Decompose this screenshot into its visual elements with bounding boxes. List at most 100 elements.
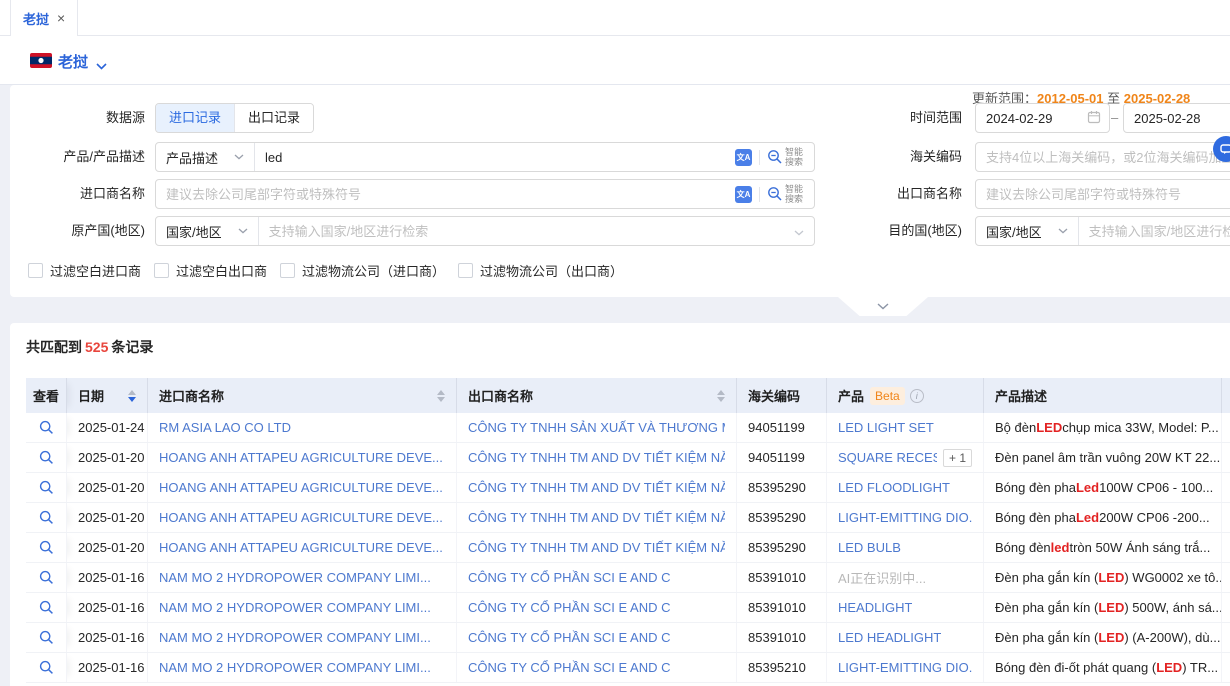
filter-checkbox[interactable]: 过滤空白出口商 bbox=[154, 261, 267, 280]
product-link[interactable]: LED BULB bbox=[838, 540, 901, 555]
product-label: 产品/产品描述 bbox=[15, 142, 145, 172]
exporter-link[interactable]: CÔNG TY CỔ PHẦN SCI E AND C bbox=[468, 660, 671, 675]
importer-link[interactable]: HOANG ANH ATTAPEU AGRICULTURE DEVE... bbox=[159, 510, 443, 525]
smart-search-button[interactable]: 智能搜索 bbox=[767, 184, 805, 204]
exporter-link[interactable]: CÔNG TY CỔ PHẦN SCI E AND C bbox=[468, 630, 671, 645]
dest-country-select[interactable]: 国家/地区 bbox=[976, 217, 1079, 245]
product-link[interactable]: LED FLOODLIGHT bbox=[838, 480, 950, 495]
date-end-field[interactable] bbox=[1124, 104, 1230, 132]
product-link[interactable]: SQUARE RECESS... bbox=[838, 450, 937, 465]
exporter-link[interactable]: CÔNG TY TNHH SẢN XUẤT VÀ THƯƠNG M... bbox=[468, 420, 725, 435]
hs-code-value: 94051199 bbox=[737, 413, 827, 442]
filter-checkbox[interactable]: 过滤空白进口商 bbox=[28, 261, 141, 280]
product-link[interactable]: AI正在识别中... bbox=[838, 568, 926, 587]
smart-search-button[interactable]: 智能搜索 bbox=[767, 147, 805, 167]
exporter-link[interactable]: CÔNG TY CỔ PHẦN SCI E AND C bbox=[468, 570, 671, 585]
translate-icon[interactable]: 文A bbox=[735, 186, 752, 203]
extra-cell bbox=[1222, 653, 1230, 682]
importer-link[interactable]: NAM MO 2 HYDROPOWER COMPANY LIMI... bbox=[159, 600, 431, 615]
exporter-link[interactable]: CÔNG TY CỔ PHẦN SCI E AND C bbox=[468, 600, 671, 615]
exporter-field[interactable] bbox=[976, 180, 1230, 208]
importer-link[interactable]: RM ASIA LAO CO LTD bbox=[159, 420, 291, 435]
info-icon[interactable]: i bbox=[910, 389, 924, 403]
product-link[interactable]: LED HEADLIGHT bbox=[838, 630, 941, 645]
exporter-input[interactable] bbox=[975, 179, 1230, 209]
product-link[interactable]: HEADLIGHT bbox=[838, 600, 912, 615]
toggle-import-records[interactable]: 进口记录 bbox=[156, 104, 234, 132]
exporter-link[interactable]: CÔNG TY TNHH TM AND DV TIẾT KIỆM NĂ... bbox=[468, 450, 725, 465]
checkbox-icon[interactable] bbox=[28, 263, 43, 278]
sort-importer[interactable] bbox=[429, 390, 445, 402]
exporter-link[interactable]: CÔNG TY TNHH TM AND DV TIẾT KIỆM NĂ... bbox=[468, 540, 725, 555]
view-record-button[interactable] bbox=[26, 443, 67, 472]
view-record-button[interactable] bbox=[26, 413, 67, 442]
view-record-button[interactable] bbox=[26, 623, 67, 652]
country-selector[interactable]: 老挝 bbox=[58, 51, 88, 72]
date-range-separator: – bbox=[1111, 103, 1118, 133]
date-end-input[interactable] bbox=[1123, 103, 1230, 133]
checkbox-icon[interactable] bbox=[280, 263, 295, 278]
view-record-button[interactable] bbox=[26, 653, 67, 682]
product-description: Bóng đèn led tròn 50W Ánh sáng trắ... bbox=[984, 533, 1222, 562]
importer-link[interactable]: HOANG ANH ATTAPEU AGRICULTURE DEVE... bbox=[159, 450, 443, 465]
hs-code-value: 85391010 bbox=[737, 593, 827, 622]
importer-link[interactable]: HOANG ANH ATTAPEU AGRICULTURE DEVE... bbox=[159, 540, 443, 555]
filter-checkbox[interactable]: 过滤物流公司（进口商） bbox=[280, 261, 445, 280]
product-link[interactable]: LIGHT-EMITTING DIO... bbox=[838, 660, 972, 675]
view-record-button[interactable] bbox=[26, 473, 67, 502]
sort-date[interactable] bbox=[120, 390, 136, 402]
product-search-group: 产品描述 文A 智能搜索 bbox=[155, 142, 815, 172]
table-row: 2025-01-16 NAM MO 2 HYDROPOWER COMPANY L… bbox=[26, 563, 1230, 593]
tab-laos[interactable]: 老挝 × bbox=[10, 0, 78, 36]
importer-link[interactable]: NAM MO 2 HYDROPOWER COMPANY LIMI... bbox=[159, 570, 431, 585]
extra-cell bbox=[1222, 623, 1230, 652]
importer-input[interactable] bbox=[156, 180, 726, 208]
checkbox-label: 过滤空白出口商 bbox=[176, 261, 267, 280]
exporter-link[interactable]: CÔNG TY TNHH TM AND DV TIẾT KIỆM NĂ... bbox=[468, 510, 725, 525]
collapse-filters-button[interactable] bbox=[838, 297, 928, 316]
toggle-export-records[interactable]: 出口记录 bbox=[234, 104, 313, 132]
product-link[interactable]: LIGHT-EMITTING DIO... bbox=[838, 510, 972, 525]
magnifier-icon bbox=[39, 630, 54, 645]
col-date[interactable]: 日期 bbox=[67, 378, 148, 413]
col-exporter[interactable]: 出口商名称 bbox=[457, 378, 737, 413]
origin-country-input[interactable] bbox=[259, 217, 794, 245]
hs-code-input[interactable] bbox=[975, 142, 1230, 172]
checkbox-icon[interactable] bbox=[458, 263, 473, 278]
filter-checkbox[interactable]: 过滤物流公司（出口商） bbox=[458, 261, 623, 280]
exporter-link[interactable]: CÔNG TY TNHH TM AND DV TIẾT KIỆM NĂ... bbox=[468, 480, 725, 495]
smart-search-label: 智能搜索 bbox=[785, 184, 805, 204]
calendar-icon[interactable] bbox=[1087, 110, 1109, 127]
importer-link[interactable]: NAM MO 2 HYDROPOWER COMPANY LIMI... bbox=[159, 660, 431, 675]
view-record-button[interactable] bbox=[26, 593, 67, 622]
extra-cell bbox=[1222, 563, 1230, 592]
table-row: 2025-01-20 HOANG ANH ATTAPEU AGRICULTURE… bbox=[26, 443, 1230, 473]
product-search-input[interactable] bbox=[255, 143, 726, 171]
hs-code-field[interactable] bbox=[976, 143, 1230, 171]
extra-cell bbox=[1222, 413, 1230, 442]
country-bar: 老挝 bbox=[0, 36, 1230, 85]
exporter-cell: CÔNG TY TNHH TM AND DV TIẾT KIỆM NĂ... bbox=[457, 533, 737, 562]
chevron-down-icon[interactable] bbox=[96, 58, 107, 73]
importer-link[interactable]: HOANG ANH ATTAPEU AGRICULTURE DEVE... bbox=[159, 480, 443, 495]
product-link[interactable]: LED LIGHT SET bbox=[838, 420, 934, 435]
view-record-button[interactable] bbox=[26, 533, 67, 562]
chevron-down-icon[interactable] bbox=[794, 224, 814, 239]
product-type-select[interactable]: 产品描述 bbox=[156, 143, 255, 171]
col-importer[interactable]: 进口商名称 bbox=[148, 378, 457, 413]
dest-country-input[interactable] bbox=[1079, 217, 1230, 245]
checkbox-icon[interactable] bbox=[154, 263, 169, 278]
date-start-input[interactable] bbox=[975, 103, 1110, 133]
view-record-button[interactable] bbox=[26, 563, 67, 592]
importer-link[interactable]: NAM MO 2 HYDROPOWER COMPANY LIMI... bbox=[159, 630, 431, 645]
product-cell: LIGHT-EMITTING DIO... bbox=[827, 653, 984, 682]
more-products-tag[interactable]: + 1 bbox=[943, 449, 972, 467]
product-description: Bộ đèn LED chụp mica 33W, Model: P... bbox=[984, 413, 1222, 442]
view-record-button[interactable] bbox=[26, 503, 67, 532]
sort-exporter[interactable] bbox=[709, 390, 725, 402]
table-row: 2025-01-20 HOANG ANH ATTAPEU AGRICULTURE… bbox=[26, 533, 1230, 563]
date-start-field[interactable] bbox=[976, 104, 1087, 132]
close-icon[interactable]: × bbox=[57, 11, 65, 25]
translate-icon[interactable]: 文A bbox=[735, 149, 752, 166]
origin-country-select[interactable]: 国家/地区 bbox=[156, 217, 259, 245]
